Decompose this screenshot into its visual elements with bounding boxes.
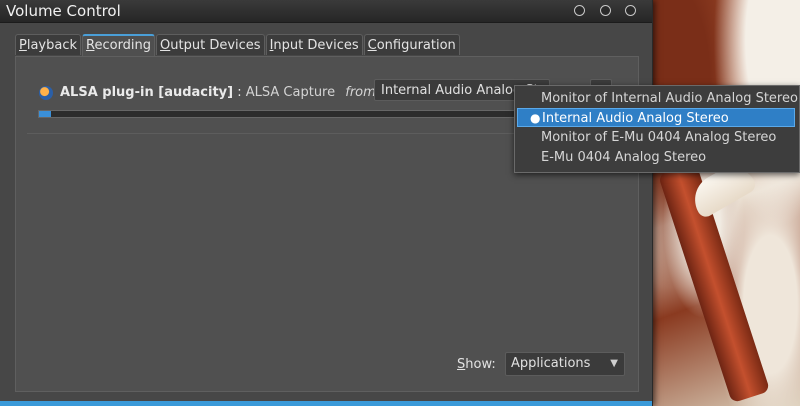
tab-bar: Playback Recording Output Devices Input … — [15, 34, 461, 57]
window-bottom-edge[interactable] — [0, 401, 652, 406]
level-meter-fill — [39, 111, 51, 117]
tab-output-devices[interactable]: Output Devices — [156, 34, 265, 55]
titlebar[interactable]: Volume Control — [0, 0, 652, 23]
tab-playback-mnemonic: P — [19, 38, 27, 53]
tab-recording[interactable]: Recording — [82, 34, 156, 57]
tab-input-devices[interactable]: Input Devices — [265, 34, 363, 55]
device-dropdown-menu: Monitor of Internal Audio Analog Stereo … — [514, 85, 800, 173]
tab-input-devices-label: nput Devices — [273, 38, 359, 53]
stream-from-label: from — [345, 85, 376, 100]
tab-configuration-label: onfiguration — [376, 38, 456, 53]
radio-bullet-icon: ● — [530, 111, 541, 125]
tab-playback[interactable]: Playback — [15, 34, 82, 55]
window-title: Volume Control — [6, 2, 121, 20]
show-filter-select[interactable]: Applications ▼ — [505, 352, 625, 376]
stream-separator: : — [237, 85, 242, 100]
show-label-text: how: — [465, 357, 496, 372]
chevron-down-icon: ▼ — [610, 358, 618, 369]
menu-item-device[interactable]: E-Mu 0404 Analog Stereo — [517, 148, 795, 167]
stream-header: ALSA plug-in [audacity] : ALSA Capture f… — [60, 85, 376, 100]
close-icon[interactable] — [625, 5, 636, 16]
menu-item-device-selected[interactable]: ● Internal Audio Analog Stereo — [517, 108, 795, 127]
menu-item-device[interactable]: Monitor of Internal Audio Analog Stereo — [517, 89, 798, 108]
tab-output-devices-mnemonic: O — [160, 38, 171, 53]
maximize-icon[interactable] — [600, 5, 611, 16]
minimize-icon[interactable] — [574, 5, 585, 16]
tab-recording-label: ecording — [94, 38, 152, 53]
volume-control-window: Volume Control Playback Recording Output… — [0, 0, 653, 406]
show-filter-value: Applications — [511, 356, 591, 371]
tab-configuration[interactable]: Configuration — [363, 34, 460, 55]
show-label: Show: — [457, 357, 496, 372]
stream-subtitle: ALSA Capture — [245, 85, 336, 100]
tab-output-devices-label: utput Devices — [170, 38, 261, 53]
audacity-app-icon — [39, 86, 53, 100]
tab-configuration-mnemonic: C — [367, 38, 377, 53]
menu-item-device[interactable]: Monitor of E-Mu 0404 Analog Stereo — [517, 128, 795, 147]
menu-item-label: Internal Audio Analog Stereo — [542, 111, 729, 126]
stream-name: ALSA plug-in [audacity] — [60, 85, 234, 100]
tab-playback-label: layback — [26, 38, 78, 53]
